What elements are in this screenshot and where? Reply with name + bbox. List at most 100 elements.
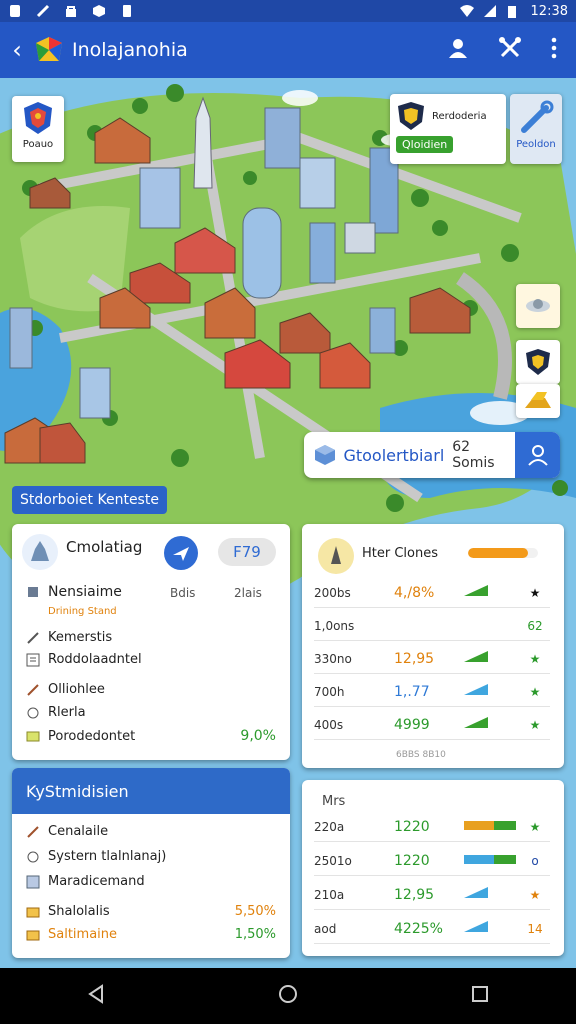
satellite-button[interactable]	[516, 284, 560, 328]
stats-item-label: Olliohlee	[48, 682, 105, 697]
stats-item[interactable]: Kemerstis	[26, 630, 112, 645]
clones-mark: ★	[529, 585, 541, 600]
app-bar: ‹ Inolajanohia	[0, 22, 576, 78]
clones-row[interactable]: 700h 1,.77 ★	[314, 677, 550, 707]
stats-item[interactable]: Rlerla	[26, 705, 86, 720]
system-item[interactable]: Maradicemand	[26, 874, 145, 889]
grid-icon	[26, 875, 40, 889]
system-item-label: Shalolalis	[48, 904, 110, 919]
clones-cell-a: 1,0ons	[314, 618, 355, 633]
badge-icon	[526, 349, 550, 375]
send-button[interactable]	[164, 536, 198, 570]
mrs-cell-a: 220a	[314, 819, 345, 834]
district-card[interactable]: Poauo	[12, 96, 64, 162]
stats-item[interactable]: Roddolaadntel	[26, 652, 142, 667]
mrs-card: Mrs 220a 1220 ★ 2501o 1220 o 210a 12,95 ★ aod 4225…	[302, 780, 564, 956]
search-chip-count: 62 Somis	[452, 439, 495, 471]
clones-cell-b: 1,.77	[394, 683, 430, 700]
tools-icon[interactable]	[498, 36, 522, 64]
wrench-icon	[521, 100, 554, 133]
level-pill[interactable]: F79	[218, 538, 276, 566]
clones-card: Hter Clones 200bs 4,/8% ★ 1,0ons 62 330no 12,9…	[302, 524, 564, 768]
clones-row[interactable]: 1,0ons 62	[314, 611, 550, 641]
landmark-icon	[22, 534, 58, 570]
clones-row[interactable]: 200bs 4,/8% ★	[314, 578, 550, 608]
clones-footnote: 6BBS 8B10	[396, 750, 446, 760]
system-item[interactable]: Saltimaine 1,50%	[26, 927, 276, 942]
more-menu-icon[interactable]	[550, 37, 558, 63]
search-user-button[interactable]	[515, 432, 560, 478]
city-stats-card: Cmolatiag F79 Nensiaime Drining Stand Bd…	[12, 524, 290, 760]
nav-recents-icon[interactable]	[470, 984, 490, 1008]
city-stats-title: Cmolatiag	[66, 538, 143, 556]
search-chip[interactable]: Gtoolertbiarl 62 Somis	[304, 432, 560, 478]
nav-home-icon[interactable]	[277, 983, 299, 1009]
cube-icon	[315, 445, 335, 465]
clones-row[interactable]: 330no 12,95 ★	[314, 644, 550, 674]
mrs-sparkline	[464, 921, 520, 936]
clones-cell-b: 12,95	[394, 650, 435, 667]
user-icon	[527, 445, 548, 466]
stats-item[interactable]: Porodedontet 9,0%	[26, 728, 276, 744]
city-info-badge[interactable]: Qloidien	[396, 136, 454, 153]
signal-icon	[483, 4, 497, 18]
notification-lock-icon	[64, 4, 78, 18]
stats-header-name: Nensiaime	[48, 584, 122, 600]
nav-back-icon[interactable]	[86, 984, 106, 1008]
profile-icon[interactable]	[446, 36, 470, 64]
mrs-sparkline	[464, 887, 520, 902]
system-card-title: KyStmidisien	[12, 768, 290, 814]
status-time: 12:38	[530, 3, 568, 19]
system-nav-bar	[0, 968, 576, 1024]
mrs-row[interactable]: aod 4225% 14	[314, 914, 550, 944]
status-bar: 12:38	[0, 0, 576, 22]
stats-header-col2: 2lais	[234, 586, 262, 600]
stats-item-label: Rlerla	[48, 705, 86, 720]
system-item[interactable]: Cenalaile	[26, 824, 108, 839]
stats-item-value: 9,0%	[240, 728, 276, 744]
mrs-sparkline	[464, 853, 520, 868]
clones-sparkline	[464, 684, 520, 699]
wifi-icon	[459, 4, 474, 18]
pen-icon	[26, 683, 40, 697]
clones-progress-fill	[468, 548, 528, 558]
stats-header-sub: Drining Stand	[48, 606, 117, 617]
notification-pen-icon	[36, 4, 50, 18]
clones-cell-b: 4999	[394, 716, 430, 733]
city-info-card[interactable]: Rerdoderia Qloidien	[390, 94, 506, 164]
section-tag[interactable]: Stdorboiet Kenteste	[12, 486, 167, 514]
city-info-title: Rerdoderia	[432, 110, 487, 122]
app-logo	[34, 35, 64, 65]
stats-item[interactable]: Olliohlee	[26, 682, 105, 697]
circle-icon	[26, 706, 40, 720]
mrs-row[interactable]: 220a 1220 ★	[314, 812, 550, 842]
system-item-label: Cenalaile	[48, 824, 109, 839]
mrs-row[interactable]: 2501o 1220 o	[314, 846, 550, 876]
shield-icon	[398, 102, 424, 130]
back-button[interactable]: ‹	[0, 36, 34, 64]
mrs-cell-b: 4225%	[394, 920, 443, 937]
mrs-row[interactable]: 210a 12,95 ★	[314, 880, 550, 910]
clones-mark: ★	[529, 684, 541, 699]
system-item[interactable]: Systern tlalnlanaj)	[26, 849, 166, 864]
mrs-mark: ★	[529, 819, 541, 834]
gold-button[interactable]	[516, 384, 560, 418]
mrs-cell-b: 1220	[394, 852, 430, 869]
clones-row[interactable]: 400s 4999 ★	[314, 710, 550, 740]
mrs-sparkline	[464, 819, 520, 834]
stats-header-col1: Bdis	[170, 586, 196, 600]
clones-mark: ★	[529, 717, 541, 732]
clones-sparkline	[464, 717, 520, 732]
tool-card[interactable]: Peoldon	[510, 94, 562, 164]
system-item-label: Systern tlalnlanaj)	[48, 849, 167, 864]
clones-cell-a: 400s	[314, 717, 344, 732]
notification-cube-icon	[92, 4, 106, 18]
clones-mark: ★	[529, 651, 541, 666]
stats-item-label: Kemerstis	[48, 630, 113, 645]
clones-sparkline	[464, 585, 520, 600]
badge-button[interactable]	[516, 340, 560, 384]
system-item-label: Saltimaine	[48, 927, 118, 942]
folder-icon	[26, 729, 40, 743]
system-item[interactable]: Shalolalis 5,50%	[26, 904, 276, 919]
mrs-cell-a: 210a	[314, 887, 345, 902]
